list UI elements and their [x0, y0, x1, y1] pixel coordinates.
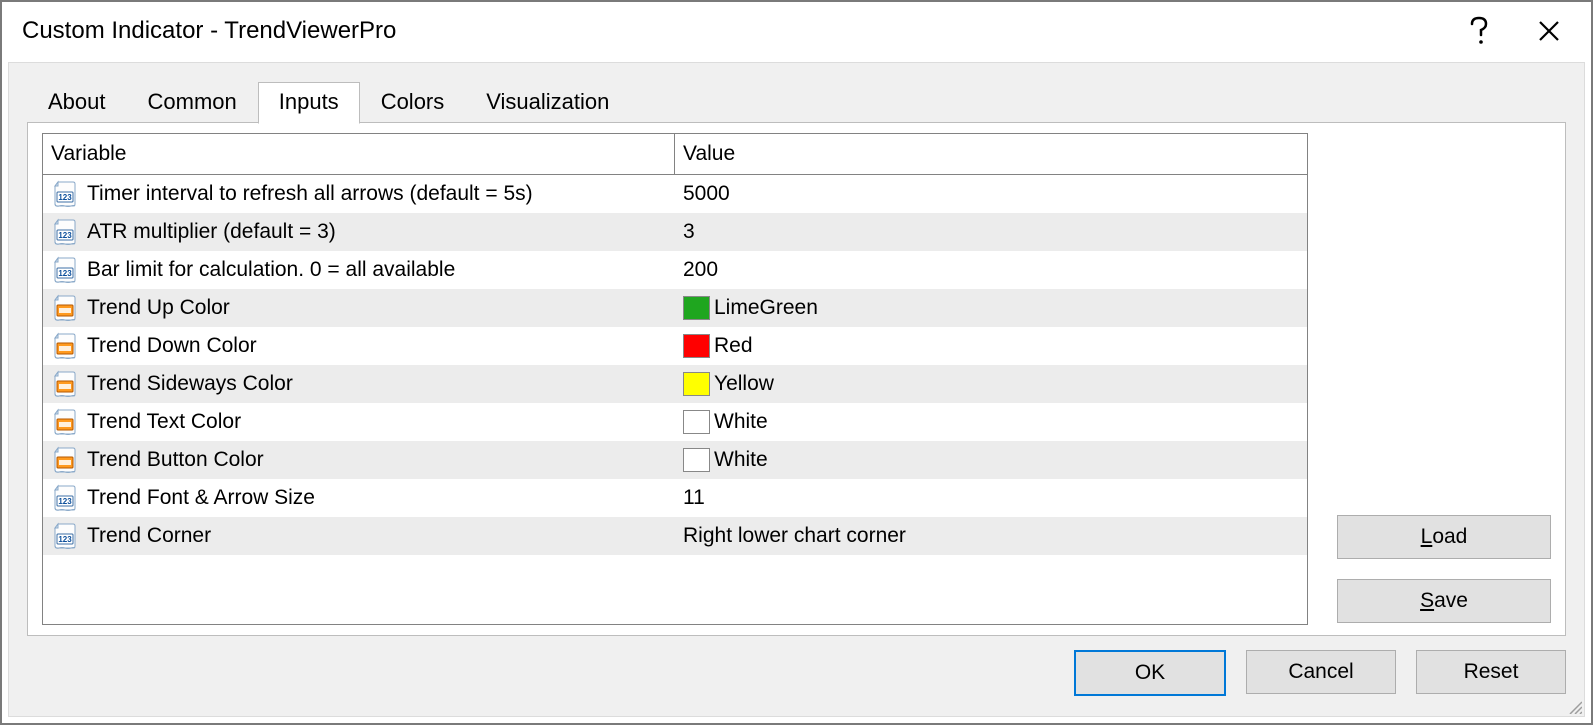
variable-cell: Trend Text Color [43, 403, 675, 441]
variable-label: Trend Sideways Color [87, 372, 293, 396]
variable-cell: 123 Trend Corner [43, 517, 675, 555]
variable-cell: 123 Timer interval to refresh all arrows … [43, 175, 675, 213]
side-buttons: Load Save [1337, 495, 1551, 623]
table-row[interactable]: 123 Bar limit for calculation. 0 = all av… [43, 251, 1307, 289]
value-cell[interactable]: 3 [675, 213, 1307, 251]
table-row[interactable]: Trend Text Color White [43, 403, 1307, 441]
value-text: Yellow [714, 372, 774, 396]
tab-colors[interactable]: Colors [360, 82, 466, 123]
variable-cell: Trend Down Color [43, 327, 675, 365]
color-type-icon [51, 446, 79, 474]
variable-cell: Trend Up Color [43, 289, 675, 327]
table-row[interactable]: Trend Button Color White [43, 441, 1307, 479]
load-button[interactable]: Load [1337, 515, 1551, 559]
tab-common[interactable]: Common [127, 82, 258, 123]
help-button[interactable] [1449, 11, 1509, 51]
column-header-variable[interactable]: Variable [43, 134, 675, 174]
inputs-grid[interactable]: Variable Value 123 Timer interval to refr… [42, 133, 1308, 625]
variable-label: Trend Up Color [87, 296, 230, 320]
svg-text:123: 123 [58, 193, 72, 202]
variable-cell: 123 ATR multiplier (default = 3) [43, 213, 675, 251]
value-cell[interactable]: 5000 [675, 175, 1307, 213]
value-cell[interactable]: Yellow [675, 365, 1307, 403]
value-text: LimeGreen [714, 296, 818, 320]
table-row[interactable]: 123 ATR multiplier (default = 3) 3 [43, 213, 1307, 251]
table-row[interactable]: Trend Sideways Color Yellow [43, 365, 1307, 403]
cancel-button[interactable]: Cancel [1246, 650, 1396, 694]
number-type-icon: 123 [51, 522, 79, 550]
table-row[interactable]: 123 Timer interval to refresh all arrows … [43, 175, 1307, 213]
resize-grip-icon[interactable] [1568, 700, 1582, 714]
variable-cell: 123 Trend Font & Arrow Size [43, 479, 675, 517]
value-text: White [714, 448, 768, 472]
variable-label: Timer interval to refresh all arrows (de… [87, 182, 533, 206]
number-type-icon: 123 [51, 256, 79, 284]
tab-about[interactable]: About [27, 82, 127, 123]
bottom-buttons: OK Cancel Reset [1074, 650, 1566, 696]
variable-label: ATR multiplier (default = 3) [87, 220, 336, 244]
tab-visualization[interactable]: Visualization [465, 82, 630, 123]
value-text: 200 [683, 258, 718, 282]
value-text: 5000 [683, 182, 730, 206]
color-type-icon [51, 370, 79, 398]
table-row[interactable]: Trend Up Color LimeGreen [43, 289, 1307, 327]
reset-button[interactable]: Reset [1416, 650, 1566, 694]
save-button[interactable]: Save [1337, 579, 1551, 623]
color-swatch [683, 410, 710, 434]
value-text: 11 [683, 486, 705, 510]
color-swatch [683, 448, 710, 472]
value-text: 3 [683, 220, 695, 244]
color-swatch [683, 372, 710, 396]
ok-button[interactable]: OK [1074, 650, 1226, 696]
value-cell[interactable]: 200 [675, 251, 1307, 289]
svg-text:123: 123 [58, 535, 72, 544]
svg-text:123: 123 [58, 497, 72, 506]
tabstrip: About Common Inputs Colors Visualization [27, 81, 1584, 123]
color-swatch [683, 296, 710, 320]
color-swatch [683, 334, 710, 358]
value-cell[interactable]: Right lower chart corner [675, 517, 1307, 555]
help-icon [1469, 16, 1489, 46]
variable-cell: Trend Sideways Color [43, 365, 675, 403]
number-type-icon: 123 [51, 484, 79, 512]
value-cell[interactable]: White [675, 403, 1307, 441]
tab-pane-inputs: Variable Value 123 Timer interval to refr… [27, 122, 1566, 636]
color-type-icon [51, 332, 79, 360]
variable-label: Trend Down Color [87, 334, 257, 358]
column-header-value[interactable]: Value [675, 134, 1307, 174]
titlebar: Custom Indicator - TrendViewerPro [2, 2, 1591, 60]
color-type-icon [51, 294, 79, 322]
window-title: Custom Indicator - TrendViewerPro [22, 17, 1439, 45]
value-text: White [714, 410, 768, 434]
value-cell[interactable]: 11 [675, 479, 1307, 517]
value-cell[interactable]: Red [675, 327, 1307, 365]
variable-label: Trend Button Color [87, 448, 264, 472]
dialog-window: Custom Indicator - TrendViewerPro About … [0, 0, 1593, 725]
tab-inputs[interactable]: Inputs [258, 82, 360, 124]
svg-text:123: 123 [58, 231, 72, 240]
value-cell[interactable]: LimeGreen [675, 289, 1307, 327]
variable-label: Trend Text Color [87, 410, 241, 434]
grid-header: Variable Value [43, 134, 1307, 175]
variable-cell: Trend Button Color [43, 441, 675, 479]
variable-label: Trend Corner [87, 524, 211, 548]
inputs-grid-wrap: Variable Value 123 Timer interval to refr… [42, 133, 1308, 625]
table-row[interactable]: Trend Down Color Red [43, 327, 1307, 365]
table-row[interactable]: 123 Trend Corner Right lower chart corner [43, 517, 1307, 555]
close-button[interactable] [1519, 11, 1579, 51]
value-text: Right lower chart corner [683, 524, 906, 548]
variable-label: Bar limit for calculation. 0 = all avail… [87, 258, 455, 282]
value-text: Red [714, 334, 753, 358]
close-icon [1538, 20, 1560, 42]
client-area: About Common Inputs Colors Visualization… [8, 62, 1585, 717]
variable-label: Trend Font & Arrow Size [87, 486, 315, 510]
svg-text:123: 123 [58, 269, 72, 278]
color-type-icon [51, 408, 79, 436]
number-type-icon: 123 [51, 218, 79, 246]
number-type-icon: 123 [51, 180, 79, 208]
value-cell[interactable]: White [675, 441, 1307, 479]
table-row[interactable]: 123 Trend Font & Arrow Size 11 [43, 479, 1307, 517]
variable-cell: 123 Bar limit for calculation. 0 = all av… [43, 251, 675, 289]
